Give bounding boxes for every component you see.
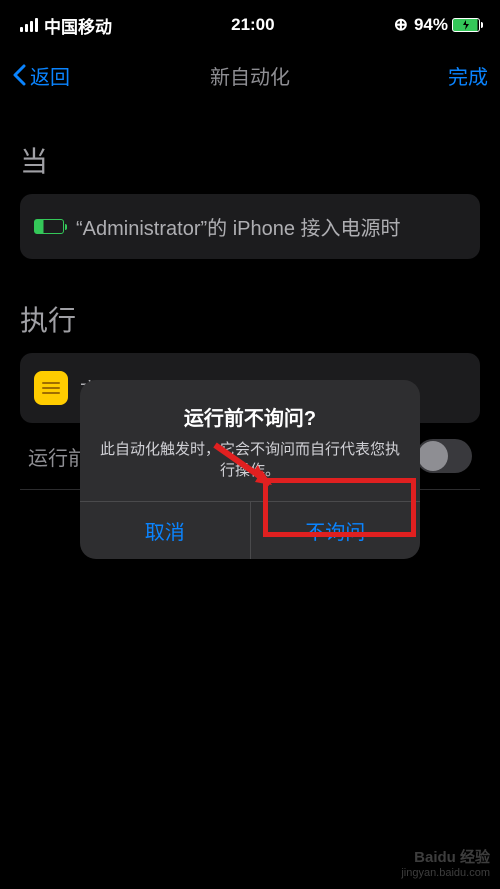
done-button[interactable]: 完成 <box>448 61 488 90</box>
cancel-button[interactable]: 取消 <box>80 502 251 559</box>
back-label: 返回 <box>30 61 70 90</box>
do-section-label: 执行 <box>20 299 480 339</box>
battery-percent: 94% <box>414 15 448 35</box>
watermark: Baidu 经验 jingyan.baidu.com <box>401 846 490 879</box>
watermark-brand: Baidu 经验 <box>401 846 490 867</box>
charging-icon <box>34 219 64 234</box>
watermark-url: jingyan.baidu.com <box>401 867 490 879</box>
trigger-text: “Administrator”的 iPhone 接入电源时 <box>76 212 401 241</box>
when-section-label: 当 <box>20 140 480 180</box>
orientation-lock-icon: ⊕ <box>394 15 408 35</box>
carrier-label: 中国移动 <box>44 13 112 38</box>
toggle-label: 运行前询问 <box>28 442 128 471</box>
action-row[interactable]: 文 <box>20 353 480 423</box>
nav-bar: 返回 新自动化 完成 <box>0 50 500 100</box>
annotation-highlight <box>263 478 416 537</box>
status-left: 中国移动 <box>20 13 112 38</box>
notes-icon <box>34 371 68 405</box>
chevron-left-icon <box>12 64 26 86</box>
back-button[interactable]: 返回 <box>12 61 70 90</box>
trigger-row[interactable]: “Administrator”的 iPhone 接入电源时 <box>20 194 480 259</box>
page-title: 新自动化 <box>210 61 290 90</box>
status-bar: 中国移动 21:00 ⊕ 94% <box>0 0 500 50</box>
status-right: ⊕ 94% <box>394 15 480 35</box>
signal-icon <box>20 18 38 32</box>
battery-icon <box>452 18 480 32</box>
status-time: 21:00 <box>231 15 274 35</box>
ask-before-run-toggle[interactable] <box>416 439 472 473</box>
action-label: 文 <box>80 374 100 403</box>
